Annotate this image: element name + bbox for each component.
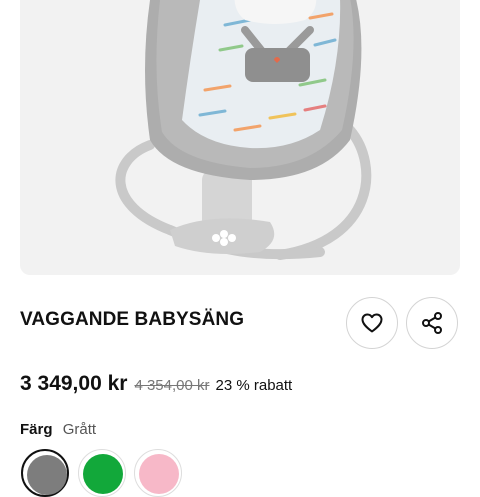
color-swatch-green[interactable] [78, 449, 126, 497]
color-label: Färg [20, 421, 53, 438]
discount-label: 23 % rabatt [215, 377, 293, 394]
product-title: VAGGANDE BABYSÄNG [20, 309, 245, 330]
color-swatch-pink[interactable] [134, 449, 182, 497]
color-selector-label: Färg Grått [20, 421, 96, 438]
share-button[interactable] [406, 297, 458, 349]
original-price: 4 354,00 kr [134, 377, 210, 394]
product-image-gallery[interactable] [20, 0, 460, 275]
selected-color-name: Grått [62, 421, 97, 438]
share-icon [422, 312, 442, 334]
price-row: 3 349,00 kr 4 354,00 kr 23 % rabatt [20, 372, 292, 396]
swatch-fill [139, 454, 179, 494]
heart-icon [361, 313, 383, 333]
swatch-fill [83, 454, 123, 494]
swatch-fill [27, 455, 67, 495]
product-image [115, 0, 372, 260]
favorite-button[interactable] [346, 297, 398, 349]
current-price: 3 349,00 kr [20, 372, 128, 395]
color-swatch-grey[interactable] [21, 449, 69, 497]
